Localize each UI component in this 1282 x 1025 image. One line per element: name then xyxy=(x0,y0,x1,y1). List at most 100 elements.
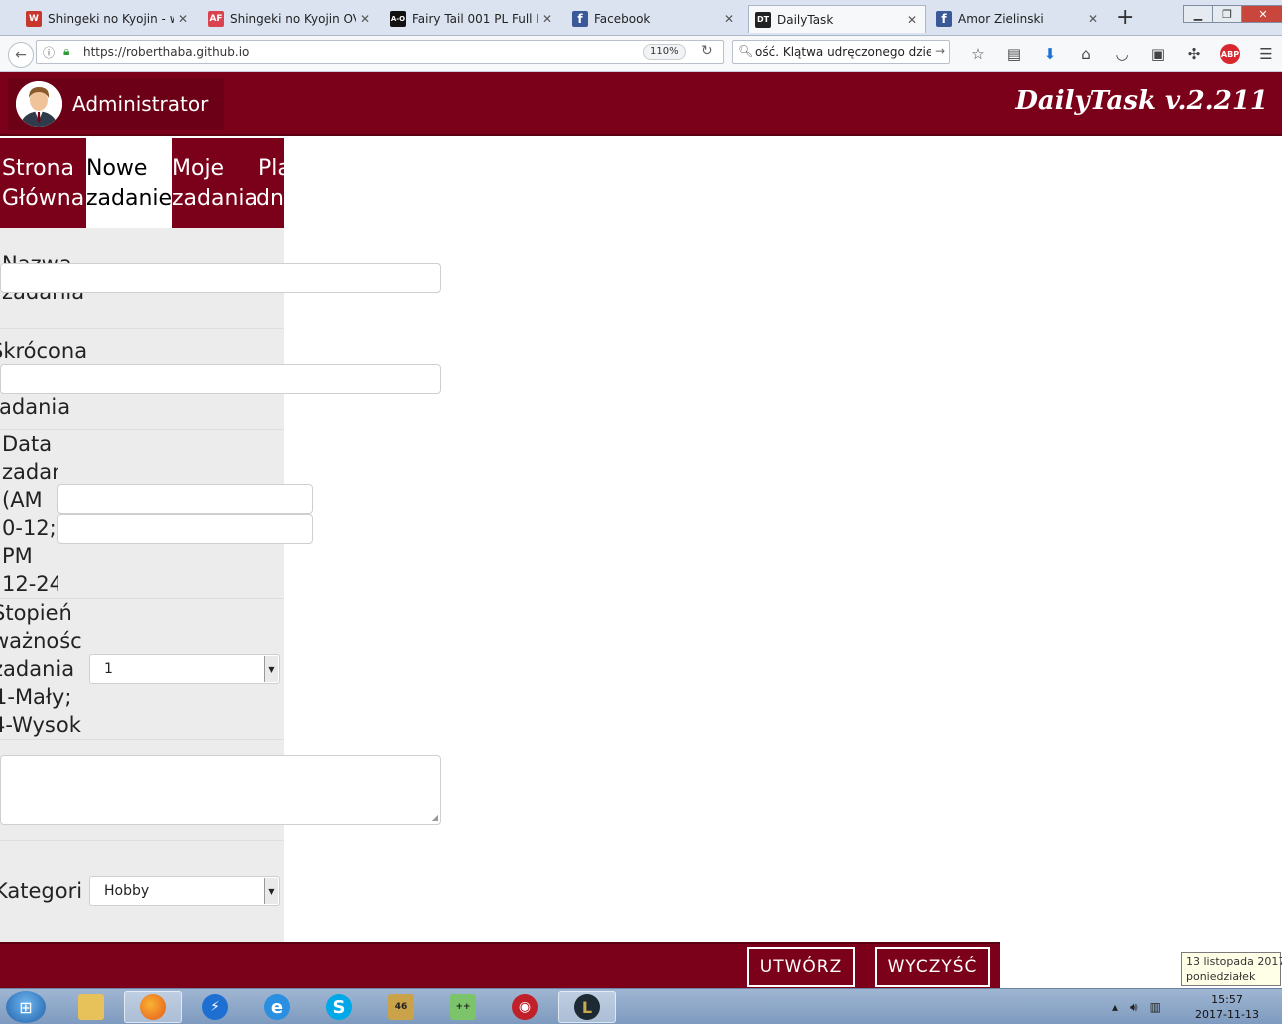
reload-icon[interactable]: ↻ xyxy=(701,43,713,59)
clear-button[interactable]: WYCZYŚĆ xyxy=(875,947,990,987)
extension-icon[interactable]: ✣ xyxy=(1176,42,1212,66)
category-select[interactable]: Hobby ▼ xyxy=(89,876,280,906)
browser-tab[interactable]: f Amor Zielinski ✕ xyxy=(930,6,1106,32)
archive-icon: 46 xyxy=(388,994,414,1020)
search-bar[interactable]: 🔍︎ ość. Klątwa udręczonego dziecka" → xyxy=(732,40,950,64)
back-button[interactable]: ← xyxy=(8,42,34,68)
browser-tab[interactable]: AF Shingeki no Kyojin OVA ✕ xyxy=(202,6,378,32)
new-tab-button[interactable]: + xyxy=(1116,7,1134,29)
priority-label: Stopień ważnośc zadania 1-Mały; 4-Wysok xyxy=(0,601,82,737)
start-button[interactable]: ⊞ xyxy=(6,991,46,1023)
browser-tab-active[interactable]: DT DailyTask ✕ xyxy=(748,5,926,33)
internet-explorer-icon: e xyxy=(264,994,290,1020)
sync-icon[interactable]: ▣ xyxy=(1140,42,1176,66)
lightning-icon: ⚡︎ xyxy=(202,994,228,1020)
form-panel: Nazwa zadania Skrócona zadania Data zada… xyxy=(0,228,284,942)
firefox-taskbar-button[interactable] xyxy=(124,991,182,1023)
app-header: Administrator DailyTask v.2.211 xyxy=(0,72,1282,136)
maximize-button[interactable]: ❐ xyxy=(1212,5,1242,23)
red-app-icon: ◉ xyxy=(512,994,538,1020)
skype-icon: S xyxy=(326,994,352,1020)
browser-nav-bar: ← ⓘ 🔒︎ https://roberthaba.github.io 110%… xyxy=(0,36,1282,72)
skype-taskbar-button[interactable]: S xyxy=(310,991,368,1023)
main-menu: Strona Główna Nowe zadanie Moje zadania … xyxy=(0,138,284,228)
chevron-down-icon[interactable]: ▼ xyxy=(264,656,278,682)
menu-item-plan[interactable]: Pla dn xyxy=(256,154,284,228)
minimize-button[interactable]: ▁ xyxy=(1183,5,1213,23)
search-go-icon[interactable]: → xyxy=(935,44,945,58)
toolbar-icons: ☆ ▤ ⬇ ⌂ ◡ ▣ ✣ ABP ☰ xyxy=(960,42,1282,66)
home-icon[interactable]: ⌂ xyxy=(1068,42,1104,66)
menu-item-new-task[interactable]: Nowe zadanie xyxy=(86,138,172,228)
archive-taskbar-button[interactable]: 46 xyxy=(372,991,430,1023)
league-taskbar-button[interactable]: L xyxy=(558,991,616,1023)
user-name: Administrator xyxy=(72,92,209,116)
close-tab-icon[interactable]: ✕ xyxy=(542,12,554,26)
facebook-icon: f xyxy=(572,11,588,27)
ao-site-icon: A-O xyxy=(390,11,406,27)
short-name-label: Skrócona xyxy=(0,339,86,363)
notepad-taskbar-button[interactable]: ++ xyxy=(434,991,492,1023)
chevron-down-icon[interactable]: ▼ xyxy=(264,878,278,904)
bookmark-star-icon[interactable]: ☆ xyxy=(960,42,996,66)
category-label: Kategori xyxy=(0,879,83,903)
divider xyxy=(0,739,284,740)
search-input[interactable]: ość. Klątwa udręczonego dziecka" xyxy=(755,45,931,59)
firefox-icon xyxy=(140,994,166,1020)
avatar xyxy=(16,81,62,127)
dailytask-icon: DT xyxy=(755,11,771,28)
priority-select[interactable]: 1 ▼ xyxy=(89,654,280,684)
ie-taskbar-button[interactable]: e xyxy=(248,991,306,1023)
close-tab-icon[interactable]: ✕ xyxy=(178,12,190,26)
pocket-icon[interactable]: ◡ xyxy=(1104,42,1140,66)
task-name-input[interactable] xyxy=(0,263,441,293)
address-bar[interactable]: ⓘ 🔒︎ https://roberthaba.github.io 110% ↻ xyxy=(36,40,724,64)
taskbar-clock[interactable]: 15:57 2017-11-13 xyxy=(1188,992,1266,1022)
system-tray: ▴ 🔊︎ ▥ xyxy=(1112,989,1173,1025)
date-input[interactable] xyxy=(57,484,313,514)
adblock-icon[interactable]: ABP xyxy=(1212,42,1248,66)
user-avatar-icon xyxy=(16,81,62,127)
menu-item-home[interactable]: Strona Główna xyxy=(2,154,86,228)
url-text[interactable]: https://roberthaba.github.io xyxy=(83,45,249,59)
folder-icon xyxy=(78,994,104,1020)
app-taskbar-button[interactable]: ◉ xyxy=(496,991,554,1023)
close-tab-icon[interactable]: ✕ xyxy=(724,12,736,26)
browser-tab[interactable]: W Shingeki no Kyojin - ws ✕ xyxy=(20,6,196,32)
notepad-plus-icon: ++ xyxy=(450,994,476,1020)
close-window-button[interactable]: ✕ xyxy=(1241,5,1282,23)
divider xyxy=(0,840,284,841)
explorer-taskbar-button[interactable] xyxy=(62,991,120,1023)
close-tab-icon[interactable]: ✕ xyxy=(1088,12,1100,26)
browser-tab[interactable]: f Facebook ✕ xyxy=(566,6,742,32)
menu-item-my-tasks[interactable]: Moje zadania xyxy=(172,154,256,228)
anime-site-icon: AF xyxy=(208,11,224,27)
w-site-icon: W xyxy=(26,11,42,27)
user-box[interactable]: Administrator xyxy=(8,78,224,130)
close-tab-icon[interactable]: ✕ xyxy=(907,13,919,27)
download-icon[interactable]: ⬇ xyxy=(1032,42,1068,66)
resize-grip-icon[interactable]: ◢ xyxy=(432,813,438,822)
browser-tab[interactable]: A-O Fairy Tail 001 PL Full HD ✕ xyxy=(384,6,560,32)
thunder-taskbar-button[interactable]: ⚡︎ xyxy=(186,991,244,1023)
network-icon[interactable]: ▥ xyxy=(1150,1000,1161,1014)
reading-list-icon[interactable]: ▤ xyxy=(996,42,1032,66)
lock-icon: 🔒︎ xyxy=(63,44,70,58)
zoom-indicator[interactable]: 110% xyxy=(643,44,686,60)
short-name-input[interactable] xyxy=(0,364,441,394)
info-icon[interactable]: ⓘ xyxy=(43,44,55,61)
app-brand: DailyTask v.2.211 xyxy=(1015,86,1268,116)
close-tab-icon[interactable]: ✕ xyxy=(360,12,372,26)
description-textarea[interactable]: ◢ xyxy=(0,755,441,825)
window-controls: ▁ ❐ ✕ xyxy=(1183,5,1282,23)
menu-icon[interactable]: ☰ xyxy=(1248,42,1282,66)
tray-expand-icon[interactable]: ▴ xyxy=(1112,1000,1118,1014)
windows-taskbar: ⊞ ⚡︎ e S 46 ++ ◉ L ▴ 🔊︎ ▥ 15:57 2017-11-… xyxy=(0,988,1282,1024)
volume-icon[interactable]: 🔊︎ xyxy=(1130,1000,1138,1015)
short-name-label-cont: zadania xyxy=(0,395,71,419)
time-input[interactable] xyxy=(57,514,313,544)
league-icon: L xyxy=(574,994,600,1020)
form-footer: UTWÓRZ WYCZYŚĆ xyxy=(0,942,1000,988)
create-button[interactable]: UTWÓRZ xyxy=(747,947,855,987)
facebook-icon: f xyxy=(936,11,952,27)
